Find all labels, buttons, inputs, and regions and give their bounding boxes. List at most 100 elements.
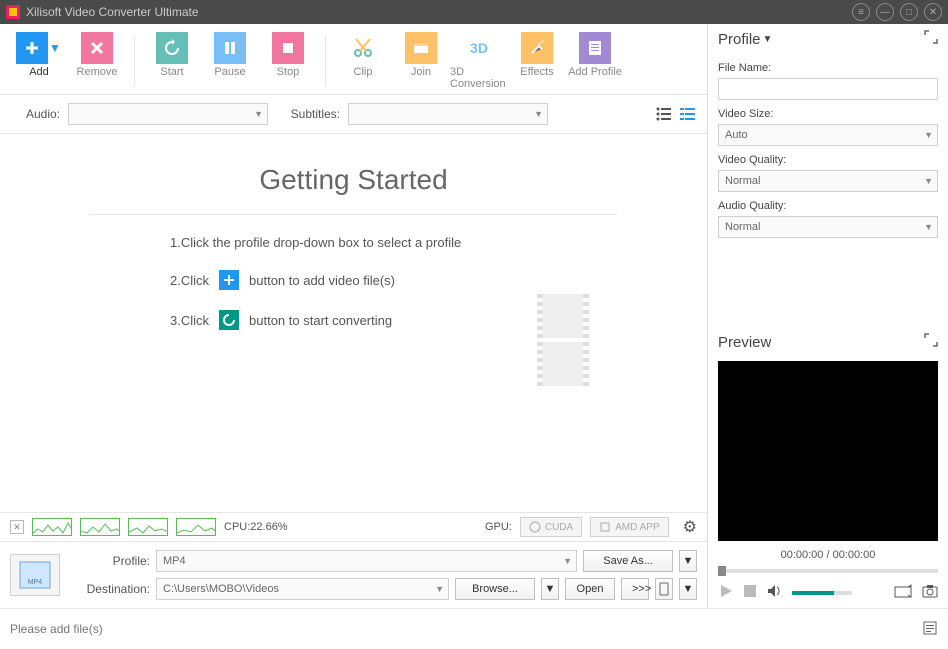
content-area: Getting Started 1.Click the profile drop… xyxy=(0,134,707,512)
menu-button[interactable]: ≡ xyxy=(852,3,870,21)
preview-header-text: Preview xyxy=(718,334,771,351)
clip-button[interactable]: Clip xyxy=(334,32,392,90)
chevron-down-icon: ▼ xyxy=(435,584,444,594)
save-as-dropdown[interactable]: ▼ xyxy=(679,550,697,572)
profile-panel-header: Profile ▼ xyxy=(708,24,948,54)
join-button[interactable]: Join xyxy=(392,32,450,90)
add-profile-label: Add Profile xyxy=(568,66,622,78)
profile-icon xyxy=(579,32,611,64)
cuda-button[interactable]: CUDA xyxy=(520,517,582,537)
filename-label: File Name: xyxy=(718,62,938,74)
film-placeholder-icon xyxy=(537,294,597,390)
step-1: 1.Click the profile drop-down box to sel… xyxy=(170,235,707,250)
videosize-select[interactable]: Auto▼ xyxy=(718,124,938,146)
videoquality-label: Video Quality: xyxy=(718,154,938,166)
start-button[interactable]: Start xyxy=(143,32,201,90)
play-button[interactable] xyxy=(718,583,734,602)
device-icon xyxy=(659,582,669,596)
add-profile-button[interactable]: Add Profile xyxy=(566,32,624,90)
snapshot-button[interactable] xyxy=(922,584,938,601)
destination-label: Destination: xyxy=(70,582,150,596)
effects-button[interactable]: Effects xyxy=(508,32,566,90)
stop-label: Stop xyxy=(277,66,300,78)
browse-button[interactable]: Browse... xyxy=(455,578,535,600)
remove-label: Remove xyxy=(77,66,118,78)
chevron-down-icon: ▼ xyxy=(924,222,933,232)
pause-label: Pause xyxy=(214,66,245,78)
remove-icon xyxy=(81,32,113,64)
cpu-graph-2 xyxy=(80,518,120,536)
preview-time: 00:00:00 / 00:00:00 xyxy=(708,549,948,561)
transfer-button[interactable]: >>> xyxy=(621,578,649,600)
list-view-button[interactable] xyxy=(655,105,673,123)
clip-label: Clip xyxy=(354,66,373,78)
audioquality-select[interactable]: Normal▼ xyxy=(718,216,938,238)
stop-button[interactable]: Stop xyxy=(259,32,317,90)
cpu-graph-3 xyxy=(128,518,168,536)
filename-input[interactable] xyxy=(718,78,938,100)
audio-select[interactable]: ▼ xyxy=(68,103,268,125)
join-icon xyxy=(405,32,437,64)
minimize-button[interactable]: — xyxy=(876,3,894,21)
3d-label: 3D Conversion xyxy=(450,66,508,90)
3d-icon: 3D xyxy=(463,32,495,64)
audioquality-label: Audio Quality: xyxy=(718,200,938,212)
log-icon[interactable] xyxy=(922,620,938,639)
add-dropdown-icon[interactable]: ▼ xyxy=(48,32,62,64)
device-dropdown[interactable]: ▼ xyxy=(679,578,697,600)
toolbar: ▼ Add Remove Start Pause Stop xyxy=(0,24,707,95)
subtitles-select[interactable]: ▼ xyxy=(348,103,548,125)
chevron-down-icon: ▼ xyxy=(534,109,543,119)
app-icon xyxy=(6,5,20,19)
gear-icon[interactable]: ⚙ xyxy=(683,517,697,537)
stop-preview-button[interactable] xyxy=(744,585,756,600)
preview-video xyxy=(718,361,938,541)
maximize-button[interactable]: □ xyxy=(900,3,918,21)
videoquality-select[interactable]: Normal▼ xyxy=(718,170,938,192)
start-icon xyxy=(219,310,239,330)
close-perf-button[interactable]: ✕ xyxy=(10,520,24,534)
chevron-down-icon: ▼ xyxy=(924,130,933,140)
destination-select[interactable]: C:\Users\MOBO\Videos▼ xyxy=(156,578,449,600)
bottom-panel: MP4 Profile: MP4▼ Save As... ▼ Destinati… xyxy=(0,541,707,608)
volume-icon[interactable] xyxy=(766,583,782,602)
filter-row: Audio: ▼ Subtitles: ▼ xyxy=(0,95,707,134)
amd-button[interactable]: AMD APP xyxy=(590,517,668,537)
expand-icon[interactable] xyxy=(924,333,938,351)
chevron-down-icon: ▼ xyxy=(254,109,263,119)
join-label: Join xyxy=(411,66,431,78)
open-button[interactable]: Open xyxy=(565,578,615,600)
3d-button[interactable]: 3D 3D Conversion xyxy=(450,32,508,90)
svg-text:MP4: MP4 xyxy=(28,579,43,586)
close-button[interactable]: ✕ xyxy=(924,3,942,21)
profile-select[interactable]: MP4▼ xyxy=(156,550,577,572)
browse-dropdown[interactable]: ▼ xyxy=(541,578,559,600)
seek-slider[interactable] xyxy=(718,569,938,573)
snapshot-folder-button[interactable] xyxy=(894,584,912,601)
stop-icon xyxy=(272,32,304,64)
device-button[interactable] xyxy=(655,578,673,600)
pause-icon xyxy=(214,32,246,64)
save-as-button[interactable]: Save As... xyxy=(583,550,673,572)
start-icon xyxy=(156,32,188,64)
gpu-label: GPU: xyxy=(485,521,512,533)
add-button[interactable]: ▼ Add xyxy=(10,32,68,90)
detail-view-button[interactable] xyxy=(679,105,697,123)
titlebar: Xilisoft Video Converter Ultimate ≡ — □ … xyxy=(0,0,948,24)
chevron-down-icon[interactable]: ▼ xyxy=(763,34,773,45)
audio-label: Audio: xyxy=(10,107,60,121)
step-3: 3.Click button to start converting xyxy=(170,310,707,330)
amd-icon xyxy=(599,521,611,533)
pause-button[interactable]: Pause xyxy=(201,32,259,90)
add-label: Add xyxy=(29,66,49,78)
file-thumb: MP4 xyxy=(10,554,60,596)
subtitles-label: Subtitles: xyxy=(290,107,340,121)
profile-field-label: Profile: xyxy=(70,554,150,568)
status-text: Please add file(s) xyxy=(10,622,103,636)
volume-slider[interactable] xyxy=(792,591,852,595)
step-2: 2.Click button to add video file(s) xyxy=(170,270,707,290)
cpu-text: CPU:22.66% xyxy=(224,521,288,533)
expand-icon[interactable] xyxy=(924,30,938,48)
remove-button[interactable]: Remove xyxy=(68,32,126,90)
status-bar: Please add file(s) xyxy=(0,608,948,649)
